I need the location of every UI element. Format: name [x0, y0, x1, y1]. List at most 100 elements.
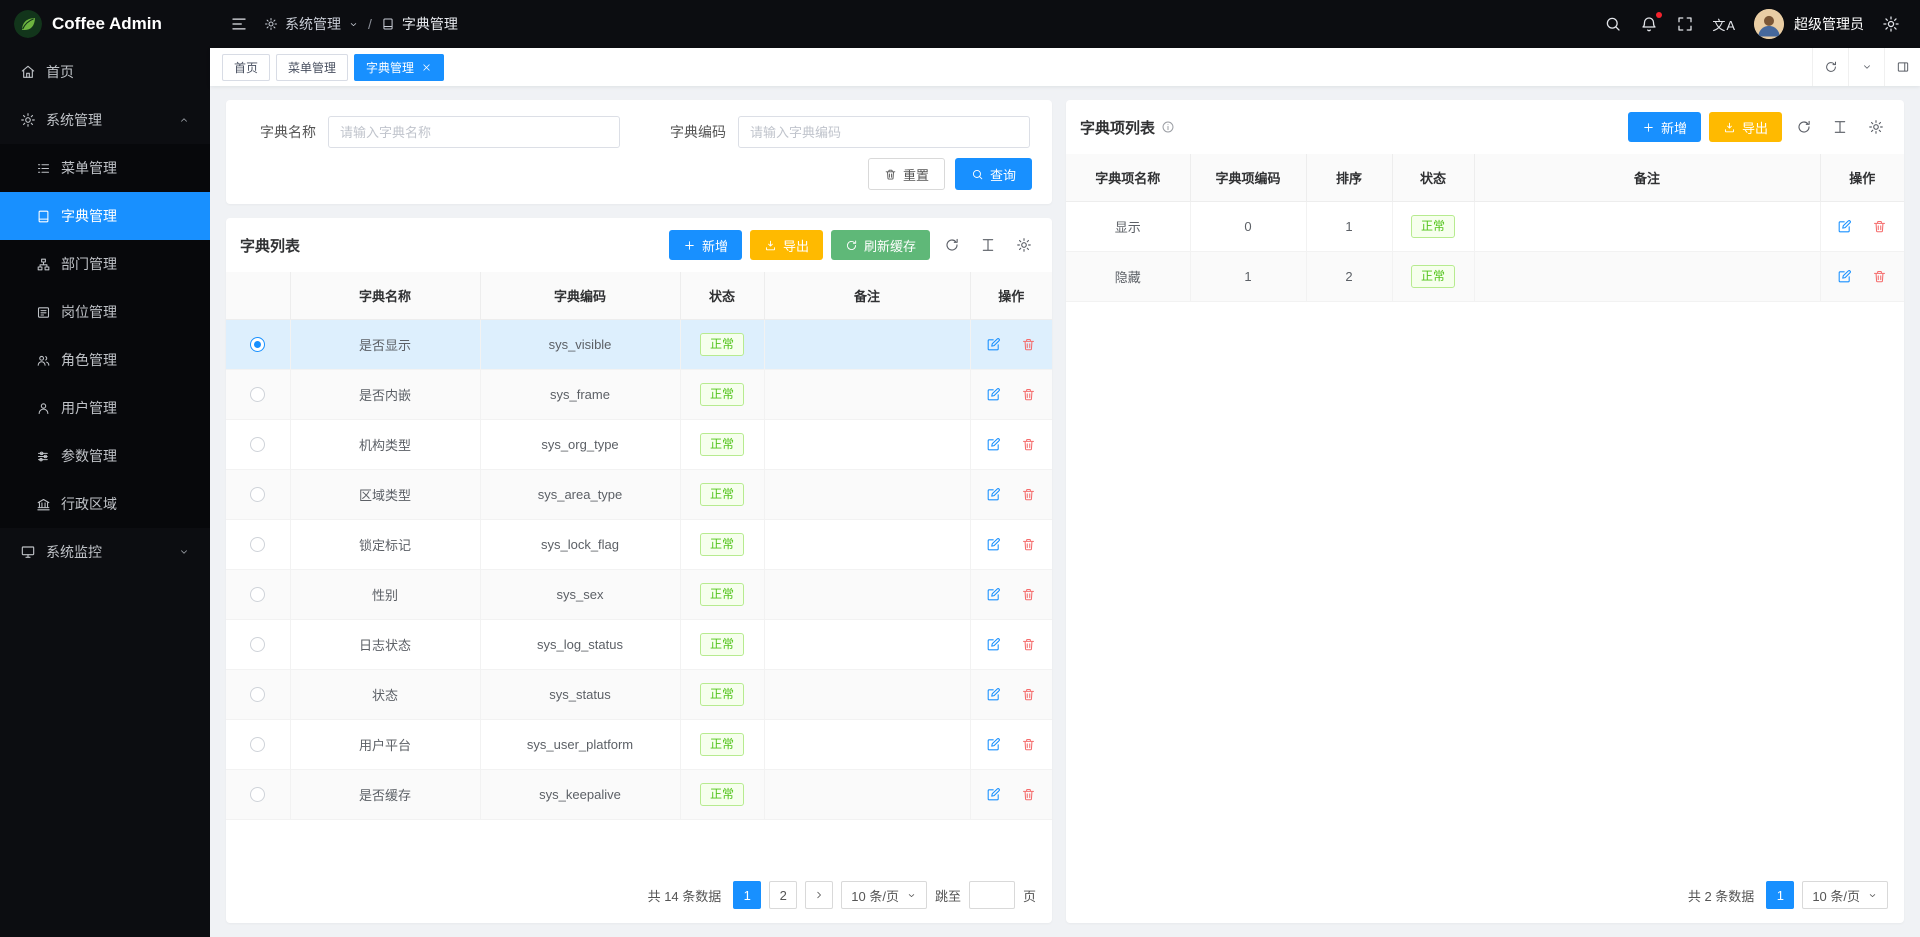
- edit-icon[interactable]: [986, 787, 1001, 802]
- row-radio-button[interactable]: [250, 387, 265, 402]
- delete-icon[interactable]: [1872, 219, 1887, 234]
- refresh-icon[interactable]: [1790, 113, 1818, 141]
- add-button[interactable]: 新增: [669, 230, 742, 260]
- row-radio-button[interactable]: [250, 687, 265, 702]
- edit-icon[interactable]: [986, 537, 1001, 552]
- delete-icon[interactable]: [1021, 337, 1036, 352]
- info-icon[interactable]: [1161, 120, 1175, 134]
- edit-icon[interactable]: [1837, 269, 1852, 284]
- reset-button[interactable]: 重置: [868, 158, 945, 190]
- breadcrumb-page: 字典管理: [402, 14, 458, 34]
- delete-icon[interactable]: [1021, 787, 1036, 802]
- page-button-2[interactable]: 2: [769, 881, 797, 909]
- delete-icon[interactable]: [1021, 687, 1036, 702]
- table-settings-gear-icon[interactable]: [1010, 231, 1038, 259]
- table-settings-gear-icon[interactable]: [1862, 113, 1890, 141]
- dict-name-label: 字典名称: [246, 122, 316, 142]
- table-row[interactable]: 显示 0 1 正常: [1066, 201, 1904, 251]
- settings-gear-icon[interactable]: [1882, 15, 1900, 33]
- sidebar-item-user-mgmt[interactable]: 用户管理: [0, 384, 210, 432]
- chevron-down-icon[interactable]: [1848, 48, 1884, 86]
- column-height-icon[interactable]: [974, 231, 1002, 259]
- dict-name-input[interactable]: [328, 116, 620, 148]
- sidebar-item-system-monitor[interactable]: 系统监控: [0, 528, 210, 576]
- sidebar-item-post-mgmt[interactable]: 岗位管理: [0, 288, 210, 336]
- delete-icon[interactable]: [1021, 737, 1036, 752]
- edit-icon[interactable]: [986, 587, 1001, 602]
- tab-menu-mgmt[interactable]: 菜单管理: [276, 54, 348, 81]
- table-row[interactable]: 区域类型 sys_area_type 正常: [226, 469, 1052, 519]
- translate-icon[interactable]: 文A: [1712, 15, 1736, 34]
- column-height-icon[interactable]: [1826, 113, 1854, 141]
- export-item-button[interactable]: 导出: [1709, 112, 1782, 142]
- row-radio-button[interactable]: [250, 637, 265, 652]
- table-row[interactable]: 日志状态 sys_log_status 正常: [226, 619, 1052, 669]
- refresh-icon[interactable]: [938, 231, 966, 259]
- refresh-cache-button[interactable]: 刷新缓存: [831, 230, 930, 260]
- table-row[interactable]: 是否显示 sys_visible 正常: [226, 319, 1052, 369]
- edit-icon[interactable]: [1837, 219, 1852, 234]
- delete-icon[interactable]: [1021, 587, 1036, 602]
- breadcrumb-section[interactable]: 系统管理: [285, 14, 341, 34]
- row-radio-button[interactable]: [250, 337, 265, 352]
- row-radio-button[interactable]: [250, 487, 265, 502]
- table-row[interactable]: 用户平台 sys_user_platform 正常: [226, 719, 1052, 769]
- book-icon: [381, 17, 395, 31]
- table-row[interactable]: 锁定标记 sys_lock_flag 正常: [226, 519, 1052, 569]
- edit-icon[interactable]: [986, 737, 1001, 752]
- table-row[interactable]: 是否缓存 sys_keepalive 正常: [226, 769, 1052, 819]
- jump-page-input[interactable]: [969, 881, 1015, 909]
- menu-fold-icon[interactable]: [230, 15, 248, 33]
- search-form-card: 字典名称 字典编码 重置: [226, 100, 1052, 204]
- page-size-select[interactable]: 10 条/页: [1802, 881, 1888, 909]
- delete-icon[interactable]: [1021, 487, 1036, 502]
- delete-icon[interactable]: [1021, 637, 1036, 652]
- delete-icon[interactable]: [1021, 387, 1036, 402]
- table-row[interactable]: 隐藏 1 2 正常: [1066, 251, 1904, 301]
- export-button[interactable]: 导出: [750, 230, 823, 260]
- close-icon[interactable]: [421, 62, 432, 73]
- sidebar-item-dept-mgmt[interactable]: 部门管理: [0, 240, 210, 288]
- dict-code-input[interactable]: [738, 116, 1030, 148]
- row-radio-button[interactable]: [250, 537, 265, 552]
- fullscreen-icon[interactable]: [1676, 15, 1694, 33]
- bell-icon[interactable]: [1640, 15, 1658, 33]
- row-radio-button[interactable]: [250, 437, 265, 452]
- table-row[interactable]: 状态 sys_status 正常: [226, 669, 1052, 719]
- sidebar-item-param-mgmt[interactable]: 参数管理: [0, 432, 210, 480]
- edit-icon[interactable]: [986, 337, 1001, 352]
- table-row[interactable]: 性别 sys_sex 正常: [226, 569, 1052, 619]
- refresh-icon[interactable]: [1812, 48, 1848, 86]
- delete-icon[interactable]: [1872, 269, 1887, 284]
- edit-icon[interactable]: [986, 387, 1001, 402]
- layout-icon[interactable]: [1884, 48, 1920, 86]
- sidebar-item-region-mgmt[interactable]: 行政区域: [0, 480, 210, 528]
- table-row[interactable]: 是否内嵌 sys_frame 正常: [226, 369, 1052, 419]
- chevron-down-icon: [178, 546, 190, 558]
- add-item-button[interactable]: 新增: [1628, 112, 1701, 142]
- search-icon[interactable]: [1604, 15, 1622, 33]
- sidebar-item-dict-mgmt[interactable]: 字典管理: [0, 192, 210, 240]
- sidebar-item-role-mgmt[interactable]: 角色管理: [0, 336, 210, 384]
- sidebar-item-home[interactable]: 首页: [0, 48, 210, 96]
- table-row[interactable]: 机构类型 sys_org_type 正常: [226, 419, 1052, 469]
- query-button[interactable]: 查询: [955, 158, 1032, 190]
- row-radio-button[interactable]: [250, 737, 265, 752]
- sidebar-item-system[interactable]: 系统管理: [0, 96, 210, 144]
- sidebar-item-menu-mgmt[interactable]: 菜单管理: [0, 144, 210, 192]
- row-radio-button[interactable]: [250, 587, 265, 602]
- page-button-1[interactable]: 1: [733, 881, 761, 909]
- row-radio-button[interactable]: [250, 787, 265, 802]
- tab-home[interactable]: 首页: [222, 54, 270, 81]
- page-size-select[interactable]: 10 条/页: [841, 881, 927, 909]
- tab-dict-mgmt[interactable]: 字典管理: [354, 54, 444, 81]
- edit-icon[interactable]: [986, 637, 1001, 652]
- edit-icon[interactable]: [986, 437, 1001, 452]
- next-page-button[interactable]: [805, 881, 833, 909]
- delete-icon[interactable]: [1021, 437, 1036, 452]
- delete-icon[interactable]: [1021, 537, 1036, 552]
- page-button-1[interactable]: 1: [1766, 881, 1794, 909]
- avatar[interactable]: [1754, 9, 1784, 39]
- edit-icon[interactable]: [986, 487, 1001, 502]
- edit-icon[interactable]: [986, 687, 1001, 702]
